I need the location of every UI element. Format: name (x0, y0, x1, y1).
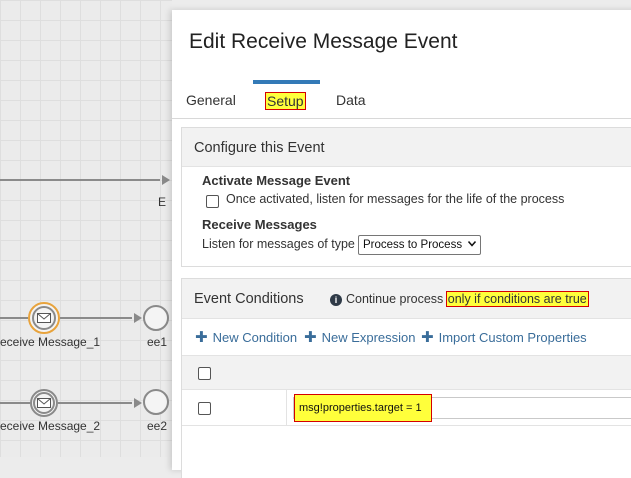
process-canvas[interactable]: E eceive Message_1 ee1 eceive Message_2 … (0, 0, 172, 457)
arrow-head-icon (162, 175, 170, 185)
end-1-label: ee1 (147, 335, 168, 349)
select-all-checkbox[interactable] (198, 367, 211, 380)
tab-label: General (186, 92, 236, 108)
configure-header: Configure this Event (182, 128, 631, 167)
end-event-2[interactable] (143, 389, 169, 415)
conditions-header: Event Conditions i Continue process only … (182, 279, 631, 319)
once-activated-checkbox[interactable] (206, 195, 219, 208)
new-condition-label: New Condition (212, 330, 298, 345)
column-divider (286, 390, 287, 426)
message-type-value: Process to Process (363, 239, 463, 251)
plus-icon: ✚ (421, 329, 434, 346)
conditions-title: Event Conditions (194, 291, 304, 307)
row-checkbox[interactable] (198, 402, 211, 415)
receive-messages-label: Receive Messages (202, 217, 317, 232)
arrow-head-icon (134, 398, 142, 408)
configure-panel: Configure this Event Activate Message Ev… (181, 127, 631, 267)
info-icon: i (330, 293, 342, 306)
plus-icon: ✚ (304, 329, 317, 346)
sequence-flow[interactable] (58, 402, 132, 404)
dialog-title: Edit Receive Message Event (189, 30, 458, 53)
new-condition-button[interactable]: ✚ New Condition (195, 328, 297, 346)
canvas-label-partial: E (158, 195, 167, 209)
plus-icon: ✚ (195, 329, 208, 346)
tab-setup[interactable]: Setup (253, 80, 320, 118)
expression-text: msg!properties.target = 1 (299, 402, 422, 414)
activate-label: Activate Message Event (202, 173, 351, 188)
info-highlight: only if conditions are true (445, 291, 589, 307)
tab-data[interactable]: Data (332, 80, 370, 118)
event-1-label: eceive Message_1 (0, 335, 101, 349)
sequence-flow[interactable] (0, 317, 28, 319)
message-type-select[interactable]: Process to Process (358, 235, 482, 255)
event-2-label: eceive Message_2 (0, 419, 101, 433)
sequence-flow[interactable] (0, 402, 30, 404)
sequence-flow[interactable] (0, 179, 160, 181)
conditions-table-header (182, 355, 631, 390)
table-row: msg!properties.target = 1 (182, 390, 631, 426)
chevron-down-icon (468, 241, 477, 247)
receive-message-event-inner (33, 392, 55, 414)
expression-highlight: msg!properties.target = 1 (294, 394, 432, 422)
end-2-label: ee2 (147, 419, 168, 433)
tab-label: Data (336, 92, 366, 108)
tab-bar: General Setup Data (172, 80, 631, 119)
envelope-icon (37, 398, 51, 408)
receive-message-event-2[interactable] (30, 389, 58, 417)
import-props-label: Import Custom Properties (438, 330, 587, 345)
conditions-info: i Continue process only if conditions are… (330, 279, 589, 319)
conditions-toolbar: ✚ New Condition ✚ New Expression ✚ Import C… (182, 328, 631, 352)
edit-event-dialog: Edit Receive Message Event General Setup… (172, 10, 631, 478)
condition-expression-input[interactable]: msg!properties.target = 1 (293, 394, 631, 422)
envelope-icon (37, 313, 51, 323)
listen-text: Listen for messages of type (202, 237, 355, 251)
receive-message-event-1[interactable] (28, 302, 60, 334)
conditions-panel: Event Conditions i Continue process only … (181, 278, 631, 478)
info-prefix: Continue process (346, 292, 444, 306)
tab-label: Setup (265, 92, 306, 110)
new-expression-label: New Expression (321, 330, 416, 345)
tab-general[interactable]: General (182, 80, 240, 118)
arrow-head-icon (134, 313, 142, 323)
sequence-flow[interactable] (60, 317, 132, 319)
end-event-1[interactable] (143, 305, 169, 331)
import-custom-properties-button[interactable]: ✚ Import Custom Properties (421, 328, 587, 346)
new-expression-button[interactable]: ✚ New Expression (304, 328, 416, 346)
once-activated-text: Once activated, listen for messages for … (226, 192, 565, 206)
receive-message-event-inner (32, 306, 56, 330)
